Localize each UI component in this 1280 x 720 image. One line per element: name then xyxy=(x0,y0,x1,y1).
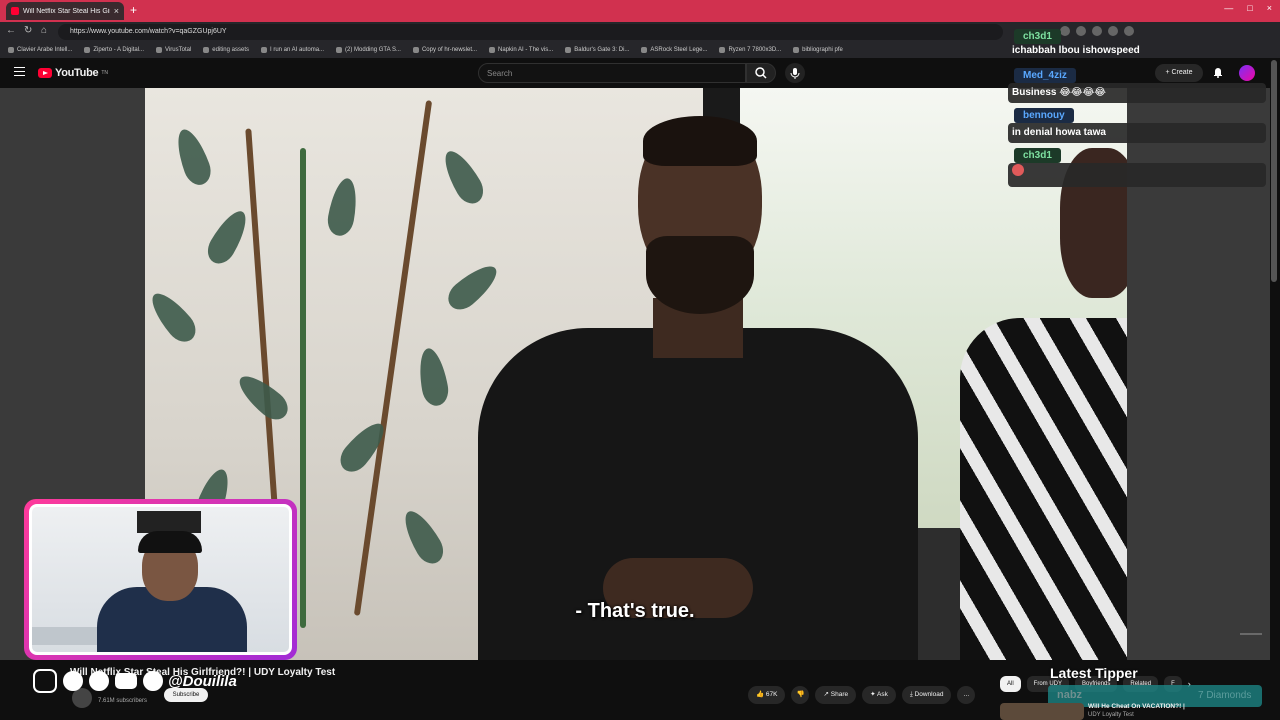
instagram-icon xyxy=(33,669,57,693)
chat-text: ichabbah lbou ishowspeed xyxy=(1012,45,1140,56)
like-count: 67K xyxy=(765,691,778,698)
folder-icon xyxy=(793,47,800,53)
plant-stem xyxy=(300,148,306,628)
browser-tab-bar: Will Netflix Star Steal His Girlfri... ×… xyxy=(0,0,1280,22)
bookmark-favicon-icon xyxy=(719,47,726,53)
bookmark-item[interactable]: Copy of hr-newslet... xyxy=(412,47,477,53)
download-icon: ⤓ xyxy=(909,691,913,698)
browser-tab[interactable]: Will Netflix Star Steal His Girlfri... × xyxy=(6,2,124,20)
video-actions: 👍 67K 👎 ↗ Share ✦ Ask ⤓ Download ... xyxy=(748,686,976,704)
chat-text: Business 😂😂😂😂 xyxy=(1008,83,1266,103)
bookmark-favicon-icon xyxy=(8,47,14,53)
chat-username: bennouy xyxy=(1014,108,1074,123)
video-person-right xyxy=(960,128,1140,660)
youtube-favicon-icon xyxy=(11,7,19,15)
logo-country-code: TN xyxy=(101,70,108,76)
microphone-icon xyxy=(790,68,800,79)
ask-button[interactable]: ✦ Ask xyxy=(862,686,896,704)
like-button[interactable]: 👍 67K xyxy=(748,686,786,704)
stream-chat-overlay: ch3d1 ichabbah lbou ishowspeed Med_4ziz … xyxy=(1008,26,1266,189)
maximize-icon[interactable]: □ xyxy=(1247,3,1252,13)
close-window-icon[interactable]: × xyxy=(1267,3,1272,13)
reload-icon[interactable]: ↻ xyxy=(24,25,32,36)
page-scrollbar[interactable] xyxy=(1271,60,1277,282)
kick-icon xyxy=(89,671,109,691)
bookmark-favicon-icon xyxy=(641,47,648,53)
latest-tipper-label: Latest Tipper xyxy=(1050,665,1138,681)
url-field[interactable]: https://www.youtube.com/watch?v=qaGZGUpj… xyxy=(58,24,1003,40)
bookmark-item[interactable]: Napkin AI - The vis... xyxy=(489,47,553,53)
bookmark-favicon-icon xyxy=(156,47,163,53)
video-watermark xyxy=(1240,633,1262,643)
bookmark-favicon-icon xyxy=(489,47,495,53)
search-icon xyxy=(755,67,767,79)
chat-username: ch3d1 xyxy=(1014,29,1061,44)
chat-message: ch3d1 ichabbah lbou ishowspeed xyxy=(1008,26,1266,59)
chat-text xyxy=(1008,163,1266,187)
folder-icon xyxy=(203,47,210,53)
emote-icon xyxy=(1012,164,1024,176)
search-input[interactable]: Search xyxy=(478,63,746,83)
tab-title: Will Netflix Star Steal His Girlfri... xyxy=(23,7,110,15)
chat-text: in denial howa tawa xyxy=(1008,123,1266,143)
share-button[interactable]: ↗ Share xyxy=(815,686,857,704)
bookmark-item[interactable]: (2) Modding GTA S... xyxy=(336,47,401,53)
bookmark-favicon-icon xyxy=(84,47,91,53)
headphones xyxy=(138,531,202,553)
tipper-name: nabz xyxy=(1057,689,1083,701)
share-icon: ↗ xyxy=(823,691,829,698)
streamer-webcam xyxy=(24,499,297,660)
dislike-icon: 👎 xyxy=(796,691,805,698)
recommended-video-channel: UDY Loyalty Test xyxy=(1088,712,1134,718)
dislike-button[interactable]: 👎 xyxy=(791,686,810,704)
subscriber-count: 7.61M subscribers xyxy=(98,698,148,704)
search-button[interactable] xyxy=(746,63,776,83)
bookmark-folder[interactable]: editing assets xyxy=(203,47,249,53)
home-icon[interactable]: ⌂ xyxy=(41,25,47,36)
bookmark-item[interactable]: Ziperto - A Digital... xyxy=(84,47,144,53)
bookmark-item[interactable]: I run an AI automa... xyxy=(261,47,324,53)
menu-icon[interactable] xyxy=(14,67,25,76)
tiktok-icon xyxy=(63,671,83,691)
chip-all[interactable]: All xyxy=(1000,676,1021,692)
bookmark-item[interactable]: Clavier Arabe Intell... xyxy=(8,47,72,53)
voice-search-button[interactable] xyxy=(785,63,805,83)
minimize-icon[interactable]: — xyxy=(1224,3,1233,13)
youtube-icon xyxy=(115,673,137,689)
youtube-play-icon xyxy=(38,68,52,78)
bookmark-favicon-icon xyxy=(261,47,267,53)
video-person-center xyxy=(478,116,918,660)
chat-username: Med_4ziz xyxy=(1014,68,1076,83)
more-actions-button[interactable]: ... xyxy=(957,686,976,704)
recommended-video-thumbnail[interactable] xyxy=(1000,703,1084,720)
new-tab-button[interactable]: + xyxy=(130,3,137,17)
chat-username: ch3d1 xyxy=(1014,148,1061,163)
wall-poster xyxy=(137,511,201,533)
chat-message: ch3d1 xyxy=(1008,145,1266,187)
download-button[interactable]: ⤓ Download xyxy=(901,686,952,704)
chat-message: Med_4ziz Business 😂😂😂😂 xyxy=(1008,65,1266,103)
recommended-video-title[interactable]: Will He Cheat On VACATION?! | xyxy=(1088,703,1185,710)
sparkle-icon: ✦ xyxy=(870,691,876,698)
bookmark-favicon-icon xyxy=(336,47,343,53)
bookmark-favicon-icon xyxy=(565,47,572,53)
bookmark-item[interactable]: ASRock Steel Lege... xyxy=(641,47,707,53)
subscribe-button[interactable]: Subscribe xyxy=(164,688,208,702)
bookmark-item[interactable]: VirusTotal xyxy=(156,47,191,53)
youtube-wordmark: YouTube xyxy=(55,67,99,79)
youtube-logo[interactable]: YouTube TN xyxy=(38,67,108,79)
chat-message: bennouy in denial howa tawa xyxy=(1008,105,1266,143)
bookmark-folder[interactable]: bibliographi pfe xyxy=(793,47,843,53)
window-controls: — □ × xyxy=(1224,3,1272,13)
bookmark-item[interactable]: Ryzen 7 7800x3D... xyxy=(719,47,781,53)
social-icons-overlay xyxy=(33,669,163,693)
facebook-icon xyxy=(143,671,163,691)
close-tab-icon[interactable]: × xyxy=(114,6,119,16)
tipper-amount: 7 Diamonds xyxy=(1198,690,1252,701)
bookmark-item[interactable]: Baldur's Gate 3: Di... xyxy=(565,47,629,53)
bookmark-favicon-icon xyxy=(412,47,419,53)
back-icon[interactable]: ← xyxy=(6,25,16,36)
